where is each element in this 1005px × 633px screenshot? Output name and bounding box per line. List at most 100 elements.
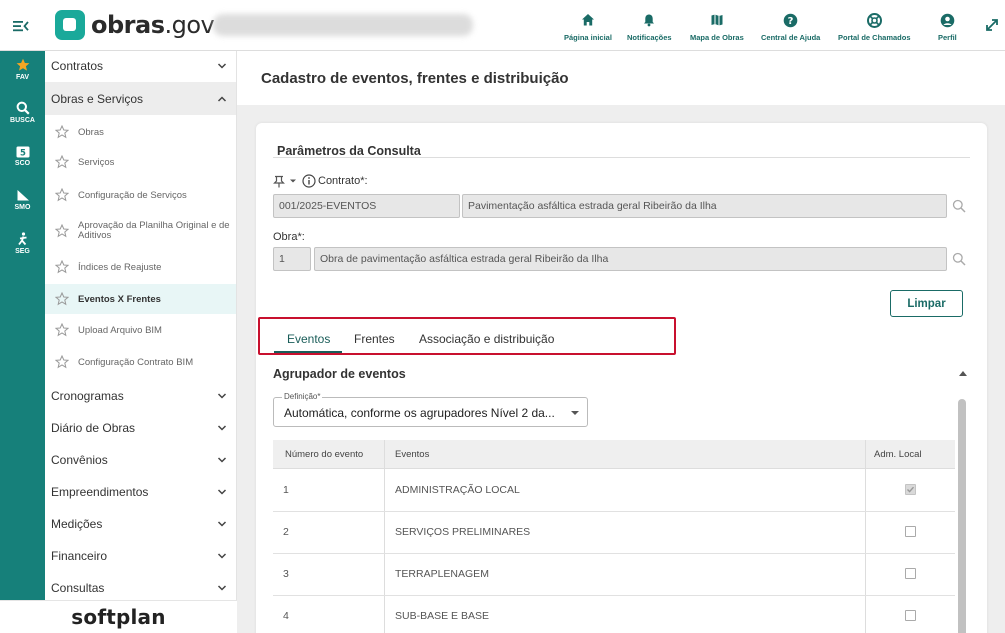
rail-fav[interactable]: FAV xyxy=(0,58,45,81)
logo-icon xyxy=(55,10,85,40)
logo-text: obras.gov xyxy=(91,11,215,39)
nav-portal-de-chamados[interactable]: Portal de Chamados xyxy=(838,11,911,42)
contract-code-field[interactable]: 001/2025-EVENTOS xyxy=(273,194,460,218)
sidebar-group-obras-e-servicos[interactable]: Obras e Serviços xyxy=(45,82,236,115)
chevron-down-icon xyxy=(217,521,227,527)
support-icon xyxy=(865,11,883,29)
table-row[interactable]: 4 SUB-BASE E BASE xyxy=(273,596,955,633)
home-icon xyxy=(579,11,597,29)
header-adm-local[interactable]: Adm. Local xyxy=(874,449,922,460)
sidebar-item-obras[interactable]: Obras xyxy=(45,117,236,147)
star-icon xyxy=(16,58,29,71)
sidebar-item-indices-de-reajuste[interactable]: Índices de Reajuste xyxy=(45,251,236,283)
query-card: Parâmetros da Consulta Contrato*: 001/20… xyxy=(256,123,987,633)
chevron-down-icon xyxy=(217,393,227,399)
adm-local-checkbox[interactable] xyxy=(905,610,916,621)
obra-code-field[interactable]: 1 xyxy=(273,247,311,271)
svg-text:5: 5 xyxy=(20,148,26,158)
star-outline-icon[interactable] xyxy=(55,323,69,337)
map-icon xyxy=(708,11,726,29)
params-section-title: Parâmetros da Consulta xyxy=(277,144,421,158)
star-outline-icon[interactable] xyxy=(55,260,69,274)
adm-local-checkbox[interactable] xyxy=(905,568,916,579)
star-outline-icon[interactable] xyxy=(55,292,69,306)
scrollbar-thumb[interactable] xyxy=(958,399,966,633)
adm-local-checkbox[interactable] xyxy=(905,484,916,495)
sidebar-item-eventos-x-frentes[interactable]: Eventos X Frentes xyxy=(45,284,236,314)
definition-value: Automática, conforme os agrupadores Níve… xyxy=(284,406,555,420)
nav-pagina-inicial[interactable]: Página inicial xyxy=(564,11,612,42)
definition-select[interactable]: Definição* Automática, conforme os agrup… xyxy=(273,392,588,427)
table-header: Número do evento Eventos Adm. Local xyxy=(273,440,955,469)
table-row[interactable]: 2 SERVIÇOS PRELIMINARES xyxy=(273,512,955,554)
star-outline-icon[interactable] xyxy=(55,355,69,369)
definition-caption: Definição* xyxy=(282,392,323,401)
caret-down-icon[interactable] xyxy=(288,176,298,186)
sidebar-item-upload-arquivo-bim[interactable]: Upload Arquivo BIM xyxy=(45,315,236,345)
sidebar-group-empreendimentos[interactable]: Empreendimentos xyxy=(45,476,236,508)
header-numero-evento[interactable]: Número do evento xyxy=(285,449,363,460)
active-tab-indicator xyxy=(274,351,342,353)
expand-icon[interactable] xyxy=(985,18,999,32)
sidebar-group-consultas[interactable]: Consultas xyxy=(45,572,236,600)
user-icon xyxy=(938,11,956,29)
sidebar-group-contratos[interactable]: Contratos xyxy=(45,51,236,81)
rail-sco[interactable]: 5 SCO xyxy=(0,146,45,167)
chevron-down-icon xyxy=(217,425,227,431)
chevron-down-icon xyxy=(217,585,227,591)
tabs-highlight: Eventos Frentes Associação e distribuiçã… xyxy=(258,317,676,355)
sidebar-group-medicoes[interactable]: Medições xyxy=(45,508,236,540)
tab-eventos[interactable]: Eventos xyxy=(287,332,330,346)
sidebar-group-cronogramas[interactable]: Cronogramas xyxy=(45,380,236,412)
svg-text:?: ? xyxy=(788,16,794,27)
table-row[interactable]: 3 TERRAPLENAGEM xyxy=(273,554,955,596)
nav-central-de-ajuda[interactable]: ? Central de Ajuda xyxy=(761,11,820,42)
adm-local-checkbox[interactable] xyxy=(905,526,916,537)
nav-mapa-de-obras[interactable]: Mapa de Obras xyxy=(690,11,744,42)
smo-icon xyxy=(17,190,29,201)
chevron-down-icon xyxy=(217,489,227,495)
rail-busca[interactable]: BUSCA xyxy=(0,101,45,124)
star-outline-icon[interactable] xyxy=(55,224,69,238)
bell-icon xyxy=(640,11,658,29)
sidebar-item-configuracao-contrato-bim[interactable]: Configuração Contrato BIM xyxy=(45,347,236,377)
dropdown-caret-icon xyxy=(571,411,579,415)
clear-button[interactable]: Limpar xyxy=(890,290,963,317)
help-icon: ? xyxy=(782,11,800,29)
search-icon xyxy=(16,101,30,115)
contract-description-field[interactable]: Pavimentação asfáltica estrada geral Rib… xyxy=(462,194,947,218)
nav-perfil[interactable]: Perfil xyxy=(938,11,957,42)
chevron-down-icon xyxy=(217,457,227,463)
sidebar-item-configuracao-de-servicos[interactable]: Configuração de Serviços xyxy=(45,179,236,211)
chevron-down-icon xyxy=(217,553,227,559)
sidebar-group-diario-de-obras[interactable]: Diário de Obras xyxy=(45,412,236,444)
star-outline-icon[interactable] xyxy=(55,188,69,202)
pin-icon[interactable] xyxy=(273,175,285,188)
obra-label: Obra*: xyxy=(273,231,305,243)
sidebar-item-aprovacao-planilha[interactable]: Aprovação da Planilha Original e de Adit… xyxy=(45,214,236,248)
chevron-down-icon xyxy=(217,63,227,69)
search-obra-icon[interactable] xyxy=(952,252,966,266)
header-eventos[interactable]: Eventos xyxy=(395,449,429,460)
menu-collapse-icon[interactable] xyxy=(12,17,30,35)
tab-frentes[interactable]: Frentes xyxy=(354,332,395,346)
rail-smo[interactable]: SMO xyxy=(0,189,45,211)
nav-notificacoes[interactable]: Notificações xyxy=(627,11,672,42)
star-outline-icon[interactable] xyxy=(55,155,69,169)
environment-label-blurred xyxy=(213,14,473,36)
search-contract-icon[interactable] xyxy=(952,199,966,213)
obra-description-field[interactable]: Obra de pavimentação asfáltica estrada g… xyxy=(314,247,947,271)
star-outline-icon[interactable] xyxy=(55,125,69,139)
table-row[interactable]: 1 ADMINISTRAÇÃO LOCAL xyxy=(273,470,955,512)
tab-associacao-e-distribuicao[interactable]: Associação e distribuição xyxy=(419,332,554,346)
sidebar-group-financeiro[interactable]: Financeiro xyxy=(45,540,236,572)
group-section-title: Agrupador de eventos xyxy=(273,367,406,381)
sidebar-item-servicos[interactable]: Serviços xyxy=(45,147,236,177)
scroll-up-icon[interactable] xyxy=(958,369,968,377)
contract-label: Contrato*: xyxy=(318,175,368,187)
rail-seg[interactable]: SEG xyxy=(0,232,45,255)
obras-gov-logo[interactable]: obras.gov xyxy=(55,10,215,40)
left-icon-rail: FAV BUSCA 5 SCO SMO SEG xyxy=(0,51,45,633)
info-icon[interactable] xyxy=(302,174,316,188)
sidebar-group-convenios[interactable]: Convênios xyxy=(45,444,236,476)
